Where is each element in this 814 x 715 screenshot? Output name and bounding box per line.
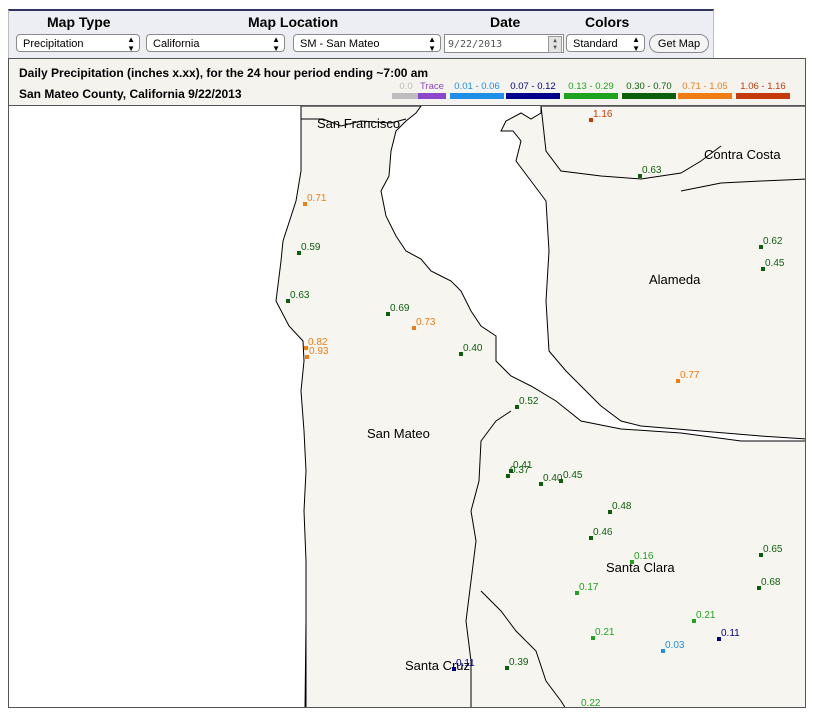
station-value: 0.52 bbox=[519, 396, 539, 407]
legend-item: 0.71 - 1.05 bbox=[678, 81, 732, 101]
colors-select[interactable]: Standard ▲ ▼ bbox=[566, 34, 645, 53]
county-value: SM - San Mateo bbox=[300, 38, 380, 50]
station-value: 0.11 bbox=[456, 658, 475, 669]
legend-swatch bbox=[506, 93, 560, 99]
station-value: 0.68 bbox=[761, 577, 781, 588]
colors-heading: Colors bbox=[585, 14, 630, 30]
legend-item: 0.0 bbox=[392, 81, 420, 101]
date-value: 9/22/2013 bbox=[448, 39, 503, 50]
land-area bbox=[275, 106, 805, 707]
map-type-heading: Map Type bbox=[47, 14, 111, 30]
map-title: Daily Precipitation (inches x.xx), for t… bbox=[19, 66, 429, 80]
station-value: 0.48 bbox=[612, 501, 632, 512]
station-value: 0.69 bbox=[390, 303, 410, 314]
legend-item: 0.13 - 0.29 bbox=[564, 81, 618, 101]
date-heading: Date bbox=[490, 14, 521, 30]
station-value: 0.45 bbox=[765, 258, 785, 269]
station-value: 0.63 bbox=[290, 290, 310, 301]
station-dot[interactable] bbox=[577, 707, 581, 708]
legend-label: 0.0 bbox=[399, 81, 413, 92]
station-value: 0.21 bbox=[595, 627, 615, 638]
legend-item: 0.30 - 0.70 bbox=[622, 81, 676, 101]
station-value: 0.65 bbox=[763, 544, 783, 555]
legend-item: 0.07 - 0.12 bbox=[506, 81, 560, 101]
station-value: 0.03 bbox=[665, 640, 685, 651]
legend-label: 0.30 - 0.70 bbox=[626, 81, 672, 92]
map-type-select[interactable]: Precipitation ▲ ▼ bbox=[16, 34, 140, 53]
legend-item: Trace bbox=[418, 81, 446, 101]
legend-swatch bbox=[564, 93, 618, 99]
station-value: 0.11 bbox=[721, 628, 740, 639]
legend-swatch bbox=[418, 93, 446, 99]
legend-item: 1.06 - 1.16 bbox=[736, 81, 790, 101]
map-subtitle: San Mateo County, California 9/22/2013 bbox=[19, 87, 242, 101]
county-label: San Mateo bbox=[367, 426, 430, 441]
station-value: 0.73 bbox=[416, 317, 436, 328]
station-value: 0.46 bbox=[593, 527, 613, 538]
map-controls-panel: Map Type Map Location Date Colors Precip… bbox=[8, 9, 714, 60]
legend-label: 0.01 - 0.06 bbox=[454, 81, 500, 92]
legend-swatch bbox=[736, 93, 790, 99]
state-value: California bbox=[153, 38, 200, 50]
select-arrows-icon: ▲ ▼ bbox=[272, 35, 280, 53]
station-value: 0.62 bbox=[763, 236, 783, 247]
map-info-bar: Daily Precipitation (inches x.xx), for t… bbox=[8, 58, 806, 105]
station-value: 0.77 bbox=[680, 370, 700, 381]
station-value: 0.21 bbox=[696, 610, 716, 621]
colors-value: Standard bbox=[573, 38, 618, 50]
county-label: San Francisco bbox=[317, 116, 400, 131]
station-value: 0.39 bbox=[509, 657, 529, 668]
county-label: Santa Clara bbox=[606, 560, 675, 575]
station-value: 0.59 bbox=[301, 242, 321, 253]
county-select[interactable]: SM - San Mateo ▲ ▼ bbox=[293, 34, 441, 53]
date-input[interactable]: 9/22/2013 ▲ ▼ bbox=[444, 34, 564, 53]
map-location-heading: Map Location bbox=[248, 14, 339, 30]
station-value: 0.17 bbox=[579, 582, 599, 593]
legend-swatch bbox=[392, 93, 420, 99]
legend-swatch bbox=[450, 93, 504, 99]
legend-swatch bbox=[678, 93, 732, 99]
station-value: 0.63 bbox=[642, 165, 662, 176]
select-arrows-icon: ▲ ▼ bbox=[127, 35, 135, 53]
county-label: Contra Costa bbox=[704, 147, 781, 162]
station-value: 0.37 bbox=[510, 465, 530, 476]
legend-label: 0.13 - 0.29 bbox=[568, 81, 614, 92]
legend-label: 0.07 - 0.12 bbox=[510, 81, 556, 92]
county-label: Alameda bbox=[649, 272, 701, 287]
station-value: 0.22 bbox=[581, 698, 601, 708]
station-value: 0.71 bbox=[307, 193, 327, 204]
station-marker[interactable]: 0.22 bbox=[577, 698, 601, 708]
state-select[interactable]: California ▲ ▼ bbox=[146, 34, 285, 53]
station-value: 0.16 bbox=[634, 551, 654, 562]
legend-item: 0.01 - 0.06 bbox=[450, 81, 504, 101]
station-value: 0.40 bbox=[463, 343, 483, 354]
legend-label: 0.71 - 1.05 bbox=[682, 81, 728, 92]
station-value: 0.93 bbox=[309, 346, 329, 357]
legend-label: 1.06 - 1.16 bbox=[740, 81, 786, 92]
map-type-value: Precipitation bbox=[23, 38, 84, 50]
station-value: 0.45 bbox=[563, 470, 583, 481]
precipitation-map[interactable]: San Francisco Contra Costa Alameda San Mate… bbox=[8, 105, 806, 708]
select-arrows-icon: ▲ ▼ bbox=[428, 35, 436, 53]
select-arrows-icon: ▲ ▼ bbox=[632, 35, 640, 53]
map-canvas[interactable]: San Francisco Contra Costa Alameda San Mate… bbox=[9, 106, 806, 708]
date-stepper-icon[interactable]: ▲ ▼ bbox=[548, 36, 562, 53]
station-value: 1.16 bbox=[593, 109, 613, 120]
legend-swatch bbox=[622, 93, 676, 99]
legend-label: Trace bbox=[420, 81, 444, 92]
get-map-button[interactable]: Get Map bbox=[649, 34, 709, 53]
